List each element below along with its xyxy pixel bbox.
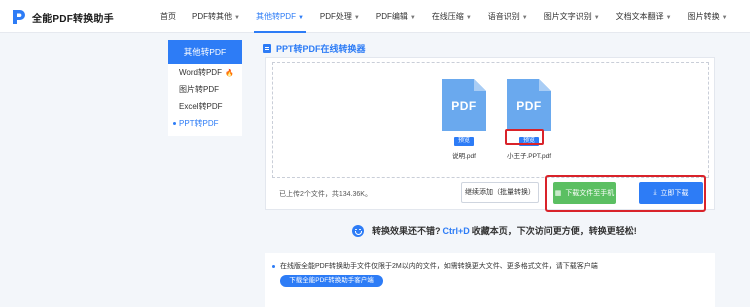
nav-item-translate[interactable]: 文档文本翻译 ▼ <box>608 0 680 33</box>
fire-icon: 🔥 <box>224 70 234 77</box>
sidebar-title: 其他转PDF <box>168 40 242 64</box>
chevron-down-icon: ▼ <box>665 15 672 21</box>
nav-item-pdf-to-other[interactable]: PDF转其他 ▼ <box>184 0 248 33</box>
page-title: PPT转PDF在线转换器 <box>263 42 366 55</box>
sidebar-item-label: Word转PDF <box>179 68 222 77</box>
nav-item-compress[interactable]: 在线压缩 ▼ <box>424 0 480 33</box>
chevron-down-icon: ▼ <box>593 15 600 21</box>
tip-text: 收藏本页，下次访问更方便，转换更轻松! <box>471 226 637 236</box>
main-nav: 首页 PDF转其他 ▼ 其他转PDF ▼ PDF处理 ▼ PDF编辑 ▼ 在线压缩 ▼ 语… <box>152 0 736 33</box>
chevron-down-icon: ▼ <box>297 15 304 21</box>
sidebar-item-word-to-pdf[interactable]: Word转PDF 🔥 <box>168 64 242 81</box>
chevron-down-icon: ▼ <box>721 15 728 21</box>
nav-item-home[interactable]: 首页 <box>152 0 184 33</box>
p-logo-icon <box>12 9 26 25</box>
upload-status: 已上传2个文件，共134.36K。 <box>279 191 372 198</box>
nav-label: 语音识别 <box>487 12 520 21</box>
notice-text: 在线版全能PDF转换助手文件仅限于2M以内的文件，如需转换更大文件、更多格式文件… <box>272 261 598 271</box>
highlight-box-download <box>545 175 706 212</box>
page-title-text: PPT转PDF在线转换器 <box>276 44 366 54</box>
add-more-button[interactable]: 继续添加（批量转换） <box>461 182 539 203</box>
chevron-down-icon: ▼ <box>521 15 528 21</box>
sidebar-item-image-to-pdf[interactable]: 图片转PDF <box>168 81 242 98</box>
file-name: 小王子.PPT.pdf <box>506 153 552 160</box>
file-name: 说明.pdf <box>452 153 476 160</box>
nav-item-pdf-process[interactable]: PDF处理 ▼ <box>312 0 368 33</box>
logo[interactable]: 全能PDF转换助手 <box>12 9 114 25</box>
nav-label: 文档文本翻译 <box>615 12 664 21</box>
sidebar-item-label: Excel转PDF <box>179 102 223 111</box>
nav-label: 图片转换 <box>687 12 720 21</box>
pdf-file-icon: PDF <box>507 79 551 131</box>
sidebar: 其他转PDF Word转PDF 🔥 图片转PDF Excel转PDF PPT转PD… <box>168 40 242 136</box>
pdf-file-icon: PDF <box>442 79 486 131</box>
chevron-down-icon: ▼ <box>465 15 472 21</box>
pdf-icon-label: PDF <box>516 99 542 113</box>
chevron-down-icon: ▼ <box>353 15 360 21</box>
nav-item-image-convert[interactable]: 图片转换 ▼ <box>680 0 736 33</box>
nav-label: 首页 <box>160 12 176 21</box>
nav-label: 图片文字识别 <box>543 12 592 21</box>
chevron-down-icon: ▼ <box>409 15 416 21</box>
download-client-button[interactable]: 下载全能PDF转换助手客户端 <box>280 275 383 287</box>
file-item: PDF 预览 说明.pdf <box>438 79 490 160</box>
smile-icon <box>352 224 364 237</box>
nav-label: PDF编辑 <box>375 12 408 21</box>
pdf-icon-label: PDF <box>451 99 477 113</box>
sidebar-item-label: 图片转PDF <box>179 85 219 94</box>
top-header: 全能PDF转换助手 首页 PDF转其他 ▼ 其他转PDF ▼ PDF处理 ▼ PDF编… <box>0 0 750 33</box>
document-icon <box>263 44 271 53</box>
sidebar-item-label: PPT转PDF <box>179 119 219 128</box>
sidebar-item-excel-to-pdf[interactable]: Excel转PDF <box>168 98 242 115</box>
nav-item-speech[interactable]: 语音识别 ▼ <box>480 0 536 33</box>
nav-label: PDF处理 <box>319 12 352 21</box>
chevron-down-icon: ▼ <box>234 15 240 21</box>
highlight-box-preview <box>505 129 544 145</box>
client-notice: 在线版全能PDF转换助手文件仅限于2M以内的文件，如需转换更大文件、更多格式文件… <box>265 253 715 307</box>
app-name: 全能PDF转换助手 <box>32 13 114 25</box>
file-drop-zone[interactable]: PDF 预览 说明.pdf PDF 预览 小王子.PPT.pdf <box>272 62 709 178</box>
nav-label: 其他转PDF <box>255 12 296 21</box>
sidebar-item-ppt-to-pdf[interactable]: PPT转PDF <box>168 115 242 132</box>
file-item: PDF 预览 小王子.PPT.pdf <box>503 79 555 160</box>
shortcut-text: Ctrl+D <box>442 225 470 236</box>
nav-item-pdf-edit[interactable]: PDF编辑 ▼ <box>368 0 424 33</box>
nav-item-ocr[interactable]: 图片文字识别 ▼ <box>536 0 608 33</box>
nav-item-other-to-pdf[interactable]: 其他转PDF ▼ <box>248 0 312 33</box>
nav-label: 在线压缩 <box>431 12 464 21</box>
tip-text: 转换效果还不错? <box>372 226 441 236</box>
preview-button[interactable]: 预览 <box>453 137 474 146</box>
nav-label: PDF转其他 <box>192 12 232 21</box>
bookmark-tip: 转换效果还不错? Ctrl+D 收藏本页，下次访问更方便，转换更轻松! <box>0 224 750 237</box>
